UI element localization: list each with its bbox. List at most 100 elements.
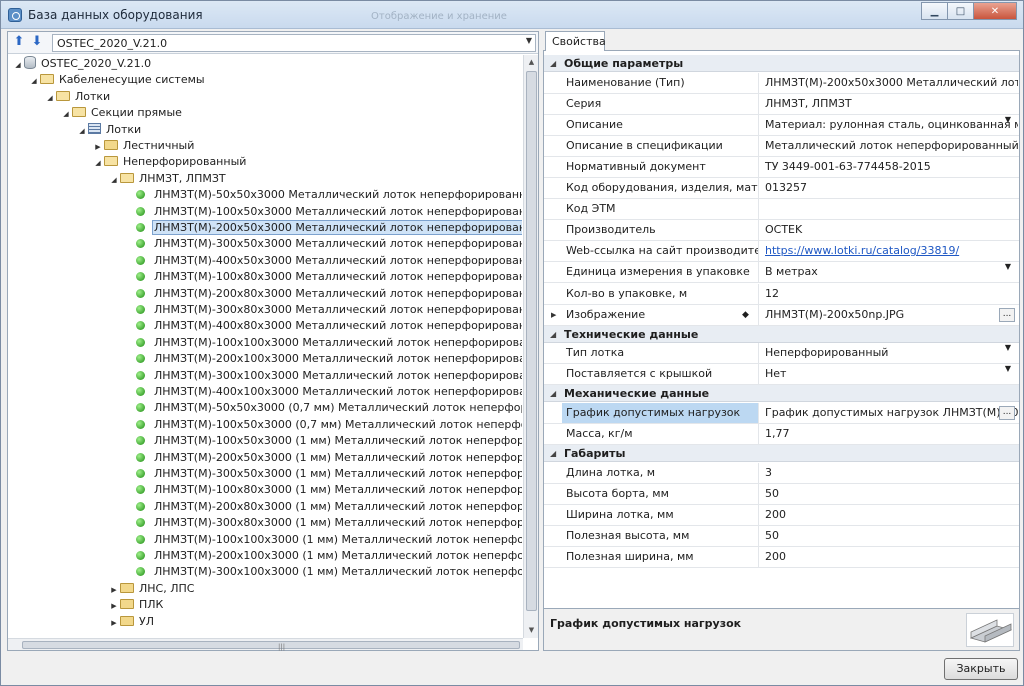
tree-item-product[interactable]: ЛНМЗТ(М)-50x50x3000 Металлический лоток … bbox=[124, 187, 522, 203]
property-value[interactable]: ТУ 3449-001-63-774458-2015 bbox=[760, 157, 1018, 177]
property-row[interactable]: Ширина лотка, мм 200 bbox=[544, 504, 1019, 526]
tree-item-folder[interactable]: ▶ УЛ bbox=[108, 614, 155, 630]
property-row[interactable]: Длина лотка, м 3 bbox=[544, 462, 1019, 484]
scroll-down-icon[interactable]: ▼ bbox=[524, 623, 539, 638]
collapse-arrow-icon[interactable]: ◢ bbox=[550, 445, 556, 462]
tree-item-folder[interactable]: ◢ Неперфорированный bbox=[92, 154, 247, 170]
tree-item-product[interactable]: ЛНМЗТ(М)-100x50x3000 (0,7 мм) Металличес… bbox=[124, 417, 522, 433]
dropdown-arrow-icon[interactable]: ▼ bbox=[1005, 343, 1011, 352]
collapse-arrow-icon[interactable]: ◢ bbox=[550, 326, 556, 343]
expand-arrow-icon[interactable]: ▶ bbox=[108, 598, 120, 614]
property-value[interactable]: Неперфорированный bbox=[760, 343, 1018, 363]
property-value[interactable]: 013257 bbox=[760, 178, 1018, 198]
property-row[interactable]: Поставляется с крышкой Нет ▼ bbox=[544, 364, 1019, 386]
tree-horizontal-scrollbar[interactable]: ||| bbox=[8, 638, 523, 651]
property-category[interactable]: ◢ Габариты bbox=[544, 445, 1019, 463]
tree-item-product[interactable]: ЛНМЗТ(М)-200x100x3000 (1 мм) Металлическ… bbox=[124, 548, 522, 564]
property-value[interactable]: ЛНМЗТ, ЛПМЗТ bbox=[760, 94, 1018, 114]
scrollbar-thumb[interactable] bbox=[526, 71, 537, 611]
tree-item-folder[interactable]: ▶ ЛНС, ЛПС bbox=[108, 581, 195, 597]
expand-arrow-icon[interactable]: ▶ bbox=[108, 615, 120, 631]
dropdown-arrow-icon[interactable]: ▼ bbox=[1005, 364, 1011, 373]
tree-item-folder[interactable]: ◢ Лотки bbox=[76, 122, 142, 138]
property-value[interactable]: В метрах bbox=[760, 262, 1018, 282]
browse-button[interactable]: ... bbox=[999, 405, 1015, 420]
property-value[interactable]: OCTEK bbox=[760, 220, 1018, 240]
tree-item-product[interactable]: ЛНМЗТ(М)-100x100x3000 Металлический лото… bbox=[124, 335, 522, 351]
property-row[interactable]: Кол-во в упаковке, м 12 bbox=[544, 283, 1019, 305]
tree-item-product[interactable]: ЛНМЗТ(М)-300x50x3000 Металлический лоток… bbox=[124, 236, 522, 252]
property-value[interactable]: 50 bbox=[760, 484, 1018, 504]
property-row[interactable]: Нормативный документ ТУ 3449-001-63-77445… bbox=[544, 156, 1019, 178]
tree-item-folder[interactable]: ◢ Секции прямые bbox=[60, 105, 183, 121]
tree-item-product[interactable]: ЛНМЗТ(М)-100x80x3000 (1 мм) Металлически… bbox=[124, 482, 522, 498]
property-category[interactable]: ◢ Механические данные bbox=[544, 385, 1019, 403]
tree-item-product[interactable]: ЛНМЗТ(М)-300x80x3000 (1 мм) Металлически… bbox=[124, 515, 522, 531]
tree-item-folder[interactable]: ◢ OSTEC_2020_V.21.0 bbox=[12, 56, 152, 72]
property-value[interactable]: 12 bbox=[760, 284, 1018, 304]
browse-button[interactable]: ... bbox=[999, 307, 1015, 322]
property-row[interactable]: Код ЭТМ bbox=[544, 199, 1019, 221]
arrow-down-icon[interactable]: ⬇ bbox=[30, 35, 44, 49]
tree-item-product[interactable]: ЛНМЗТ(М)-400x100x3000 Металлический лото… bbox=[124, 384, 522, 400]
property-row[interactable]: Полезная ширина, мм 200 bbox=[544, 547, 1019, 568]
property-value[interactable]: ЛНМЗТ(М)-200x50np.JPG bbox=[760, 305, 1018, 325]
property-value[interactable]: 3 bbox=[760, 463, 1018, 483]
collapse-arrow-icon[interactable]: ◢ bbox=[12, 57, 24, 73]
property-row[interactable]: Описание в спецификации Металлический лот… bbox=[544, 135, 1019, 157]
property-row[interactable]: Наименование (Тип) ЛНМЗТ(М)-200x50x3000 М… bbox=[544, 72, 1019, 94]
dropdown-arrow-icon[interactable]: ▼ bbox=[1005, 115, 1011, 124]
property-row[interactable]: Производитель OCTEK bbox=[544, 220, 1019, 242]
property-row[interactable]: Единица измерения в упаковке В метрах ▼ bbox=[544, 262, 1019, 284]
tree-item-product[interactable]: ЛНМЗТ(М)-200x50x3000 (1 мм) Металлически… bbox=[124, 450, 522, 466]
property-value[interactable]: График допустимых нагрузок ЛНМЗТ(М)-200x bbox=[760, 403, 1018, 423]
tree-item-folder[interactable]: ◢ ЛНМЗТ, ЛПМЗТ bbox=[108, 171, 227, 187]
horizontal-scrollbar-thumb[interactable]: ||| bbox=[22, 641, 520, 651]
property-value[interactable]: 200 bbox=[760, 505, 1018, 525]
collapse-arrow-icon[interactable]: ◢ bbox=[550, 385, 556, 402]
minimize-button[interactable]: ▁ bbox=[921, 2, 948, 20]
property-value[interactable]: 50 bbox=[760, 526, 1018, 546]
property-value[interactable]: Нет bbox=[760, 364, 1018, 384]
database-select[interactable]: OSTEC_2020_V.21.0 ▼ bbox=[52, 34, 536, 52]
tree-item-product[interactable]: ЛНМЗТ(М)-300x80x3000 Металлический лоток… bbox=[124, 302, 522, 318]
property-value[interactable]: Материал: рулонная сталь, оцинкованная м… bbox=[760, 115, 1018, 135]
property-value[interactable]: Металлический лоток неперфорированный 20… bbox=[760, 136, 1018, 156]
tree-item-product[interactable]: ЛНМЗТ(М)-200x80x3000 Металлический лоток… bbox=[124, 286, 522, 302]
collapse-arrow-icon[interactable]: ◢ bbox=[28, 73, 40, 89]
tree-vertical-scrollbar[interactable]: ▲ ▼ bbox=[523, 55, 538, 638]
tree-item-folder[interactable]: ◢ Лотки bbox=[44, 89, 111, 105]
tree-item-folder[interactable]: ▶ ПЛК bbox=[108, 597, 164, 613]
tree-item-product[interactable]: ЛНМЗТ(М)-100x50x3000 (1 мм) Металлически… bbox=[124, 433, 522, 449]
tree-item-product[interactable]: ЛНМЗТ(М)-300x50x3000 (1 мм) Металлически… bbox=[124, 466, 522, 482]
property-row[interactable]: Тип лотка Неперфорированный ▼ bbox=[544, 343, 1019, 365]
property-row[interactable]: Описание Материал: рулонная сталь, оцинко… bbox=[544, 114, 1019, 136]
tree-item-product[interactable]: ЛНМЗТ(М)-200x100x3000 Металлический лото… bbox=[124, 351, 522, 367]
property-value[interactable]: 1,77 bbox=[760, 424, 1018, 444]
tree-item-folder[interactable]: ▶ Лестничный bbox=[92, 138, 195, 154]
expand-arrow-icon[interactable]: ▶ bbox=[92, 139, 104, 155]
property-row[interactable]: Высота борта, мм 50 bbox=[544, 483, 1019, 505]
property-row[interactable]: ▶ Изображение ◆ ЛНМЗТ(М)-200x50np.JPG... bbox=[544, 304, 1019, 326]
tree-item-product[interactable]: ЛНМЗТ(М)-400x50x3000 Металлический лоток… bbox=[124, 253, 522, 269]
tree-item-product[interactable]: ЛНМЗТ(М)-300x100x3000 (1 мм) Металлическ… bbox=[124, 564, 522, 580]
property-value[interactable]: ЛНМЗТ(М)-200x50x3000 Металлический лоток… bbox=[760, 73, 1018, 93]
dropdown-arrow-icon[interactable]: ▼ bbox=[1005, 262, 1011, 271]
expand-arrow-icon[interactable]: ▶ bbox=[551, 305, 556, 325]
tree-item-product[interactable]: ЛНМЗТ(М)-100x80x3000 Металлический лоток… bbox=[124, 269, 522, 285]
manufacturer-link[interactable]: https://www.lotki.ru/catalog/33819/ bbox=[765, 244, 959, 257]
property-category[interactable]: ◢ Общие параметры bbox=[544, 55, 1019, 72]
collapse-arrow-icon[interactable]: ◢ bbox=[550, 55, 556, 72]
tree-item-product[interactable]: ЛНМЗТ(М)-50x50x3000 (0,7 мм) Металлическ… bbox=[124, 400, 522, 416]
property-value[interactable] bbox=[760, 199, 1018, 219]
collapse-arrow-icon[interactable]: ◢ bbox=[44, 90, 56, 106]
collapse-arrow-icon[interactable]: ◢ bbox=[76, 123, 88, 139]
tree-item-product[interactable]: ЛНМЗТ(М)-400x80x3000 Металлический лоток… bbox=[124, 318, 522, 334]
scroll-up-icon[interactable]: ▲ bbox=[524, 55, 539, 70]
property-value[interactable]: https://www.lotki.ru/catalog/33819/ bbox=[760, 241, 1018, 261]
close-window-button[interactable]: ✕ bbox=[973, 2, 1017, 20]
collapse-arrow-icon[interactable]: ◢ bbox=[108, 172, 120, 188]
tree-item-product[interactable]: ЛНМЗТ(М)-100x50x3000 Металлический лоток… bbox=[124, 204, 522, 220]
tab-properties[interactable]: Свойства bbox=[545, 31, 606, 51]
arrow-up-icon[interactable]: ⬆ bbox=[12, 35, 26, 49]
